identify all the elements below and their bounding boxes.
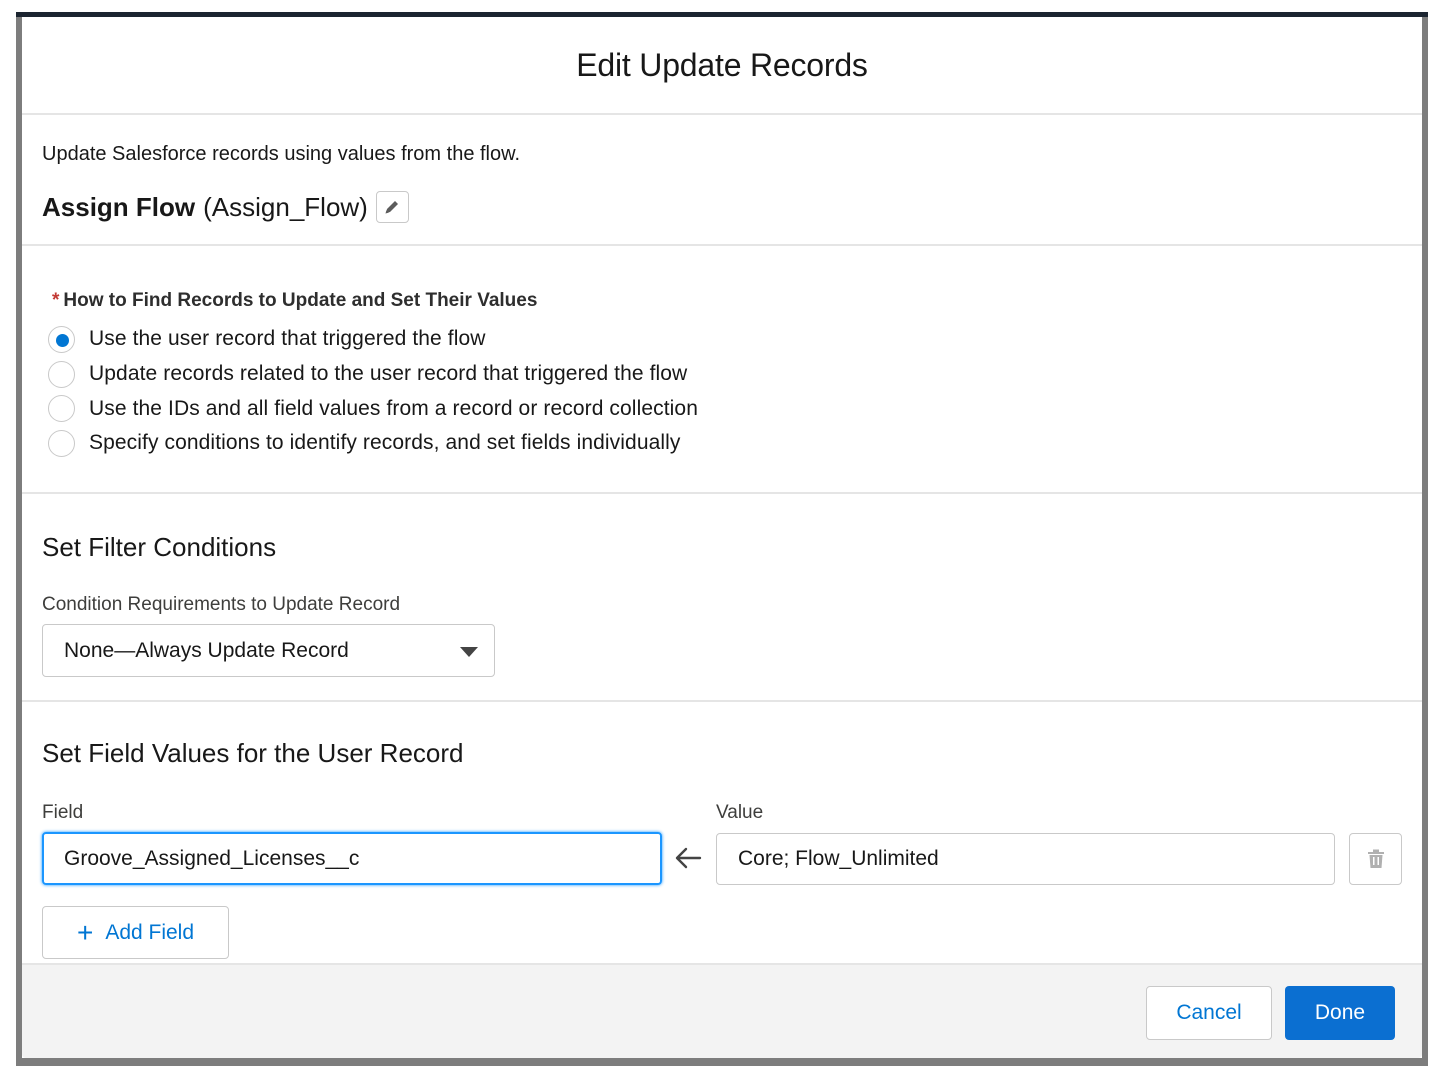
value-input[interactable]: Core; Flow_Unlimited [716, 833, 1335, 885]
modal-footer: Cancel Done [22, 963, 1422, 1058]
cancel-button[interactable]: Cancel [1146, 986, 1272, 1040]
radio-button[interactable] [48, 360, 75, 388]
find-records-label-text: How to Find Records to Update and Set Th… [63, 290, 538, 311]
element-description: Update Salesforce records using values f… [42, 143, 521, 165]
modal-title: Edit Update Records [576, 46, 868, 83]
radio-label: Specify conditions to identify records, … [89, 431, 681, 455]
caret-down-icon [460, 647, 478, 657]
radio-button[interactable] [48, 429, 75, 457]
delete-field-button[interactable] [1349, 833, 1402, 885]
radio-button[interactable] [48, 395, 75, 423]
radio-label: Use the user record that triggered the f… [89, 327, 486, 351]
radio-option-specify-conditions[interactable]: Specify conditions to identify records, … [48, 426, 698, 461]
radio-label: Update records related to the user recor… [89, 362, 688, 386]
filter-conditions-heading: Set Filter Conditions [42, 532, 277, 562]
element-description-section: Update Salesforce records using values f… [22, 117, 1422, 246]
field-column-label: Field [42, 802, 84, 823]
element-label: Assign Flow [42, 191, 196, 222]
radio-option-related-records[interactable]: Update records related to the user recor… [48, 357, 698, 392]
pencil-icon [385, 201, 399, 214]
value-column-label: Value [716, 802, 764, 823]
edit-update-records-modal: Edit Update Records Update Salesforce re… [22, 17, 1422, 1058]
element-api-name: (Assign_Flow) [203, 191, 368, 222]
edit-element-button[interactable] [375, 191, 409, 223]
backdrop-overlay-bottom [16, 1058, 1428, 1066]
filter-conditions-section: Set Filter Conditions Condition Requirem… [22, 494, 1422, 702]
field-input[interactable]: Groove_Assigned_Licenses__c [42, 832, 662, 885]
plus-icon: + [76, 916, 94, 948]
add-field-label: Add Field [105, 920, 195, 944]
arrow-left-icon [675, 847, 702, 869]
add-field-button[interactable]: + Add Field [42, 906, 229, 959]
find-records-radio-group: Use the user record that triggered the f… [48, 322, 698, 461]
field-values-section: Set Field Values for the User Record Fie… [22, 702, 1422, 963]
radio-label: Use the IDs and all field values from a … [89, 396, 698, 420]
modal-header: Edit Update Records [22, 17, 1422, 115]
find-records-section: * How to Find Records to Update and Set T… [22, 246, 1422, 494]
done-button[interactable]: Done [1285, 986, 1395, 1040]
required-marker: * [52, 290, 60, 311]
field-values-heading: Set Field Values for the User Record [42, 738, 464, 768]
radio-button-selected[interactable] [48, 325, 75, 353]
radio-option-record-collection[interactable]: Use the IDs and all field values from a … [48, 391, 698, 426]
backdrop-overlay-right [1422, 17, 1428, 1066]
element-name-row: Assign Flow (Assign_Flow) [42, 191, 409, 223]
trash-icon [1367, 849, 1384, 868]
find-records-label: * How to Find Records to Update and Set T… [52, 290, 537, 312]
condition-requirements-label: Condition Requirements to Update Record [42, 594, 401, 615]
condition-requirements-value: None—Always Update Record [64, 638, 349, 662]
radio-option-triggering-record[interactable]: Use the user record that triggered the f… [48, 322, 698, 357]
condition-requirements-select[interactable]: None—Always Update Record [42, 624, 495, 677]
